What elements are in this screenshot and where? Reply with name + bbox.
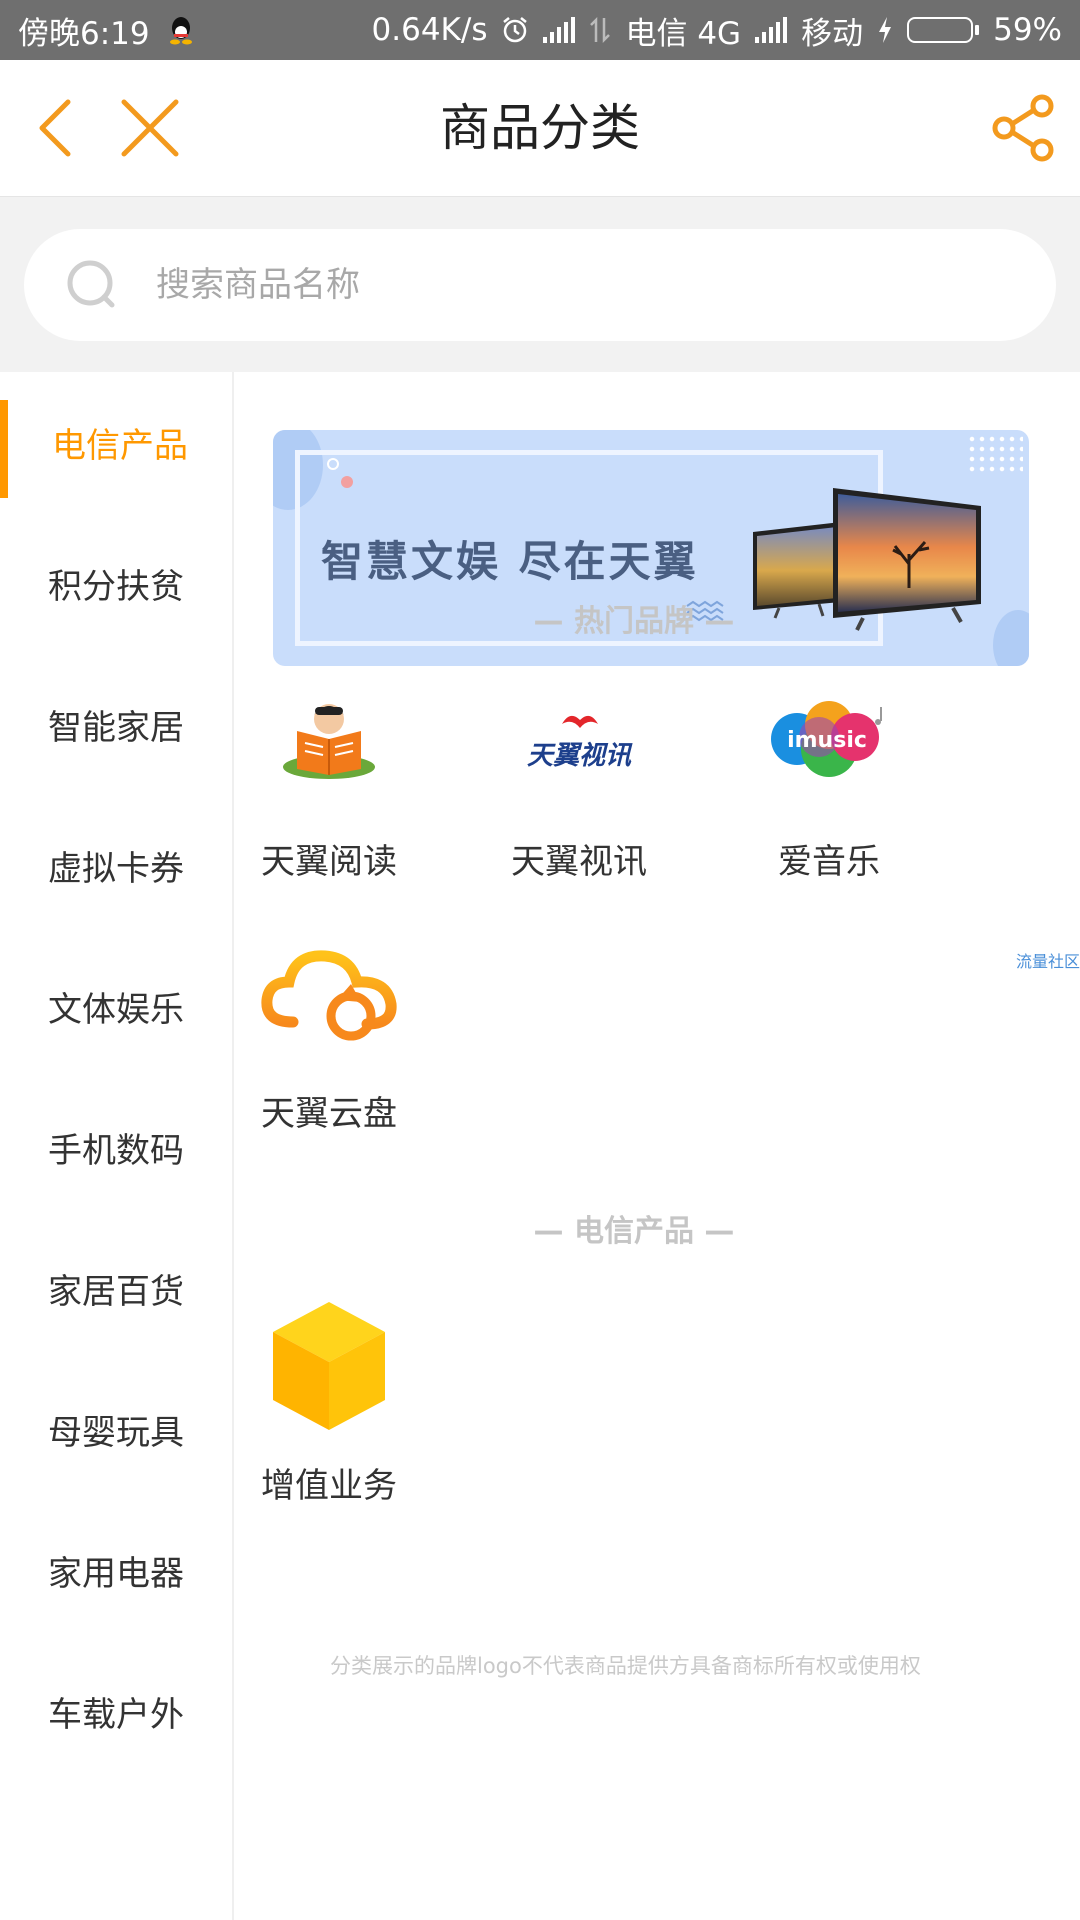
qq-icon bbox=[169, 17, 192, 45]
brand-tianyi-video[interactable]: 天翼视讯 天翼视讯 bbox=[464, 682, 694, 883]
brand-label: 天翼阅读 bbox=[261, 842, 397, 882]
brand-tianyi-reading[interactable]: 天翼阅读 bbox=[214, 682, 444, 883]
brand-imusic[interactable]: imusic 爱音乐 bbox=[714, 682, 944, 883]
reading-person-icon bbox=[283, 704, 375, 779]
banner-dots bbox=[967, 434, 1023, 474]
sidebar-item-label: 文体娱乐 bbox=[48, 990, 184, 1030]
sidebar-item-label: 母婴玩具 bbox=[48, 1413, 184, 1453]
share-icon[interactable] bbox=[986, 90, 1062, 166]
brand-tianyi-cloud[interactable]: 天翼云盘 bbox=[214, 934, 444, 1135]
sidebar-item-virtual-vouchers[interactable]: 虚拟卡券 bbox=[0, 795, 232, 936]
category-content: 智慧文娱 尽在天翼 — 热门品牌 — 天翼阅读 天翼视讯 天翼视讯 imusic… bbox=[234, 372, 1080, 1920]
sidebar-item-smart-home[interactable]: 智能家居 bbox=[0, 654, 232, 795]
sidebar-item-label: 积分扶贫 bbox=[48, 567, 184, 607]
brand-label: 天翼云盘 bbox=[261, 1094, 397, 1134]
tianyi-video-logo: 天翼视讯 bbox=[527, 715, 633, 771]
banner-text: 智慧文娱 尽在天翼 bbox=[321, 537, 699, 586]
carrier-telecom: 电信 4G bbox=[625, 15, 742, 52]
product-value-added-services[interactable]: 增值业务 bbox=[214, 1296, 444, 1507]
signal-icon bbox=[755, 17, 788, 43]
sidebar-item-home-goods[interactable]: 家居百货 bbox=[0, 1218, 232, 1359]
category-sidebar: 电信产品 积分扶贫 智能家居 虚拟卡券 文体娱乐 手机数码 家居百货 母婴玩具 … bbox=[0, 372, 234, 1920]
brand-label: 爱音乐 bbox=[778, 842, 880, 882]
sidebar-item-label: 电信产品 bbox=[52, 426, 188, 466]
charging-icon bbox=[879, 17, 892, 43]
data-transfer-icon bbox=[590, 16, 611, 44]
sidebar-item-sports-entertainment[interactable]: 文体娱乐 bbox=[0, 936, 232, 1077]
svg-text:天翼视讯: 天翼视讯 bbox=[527, 741, 633, 771]
svg-text:imusic: imusic bbox=[787, 728, 867, 753]
sidebar-item-label: 家居百货 bbox=[48, 1272, 184, 1312]
sidebar-item-label: 智能家居 bbox=[48, 708, 184, 748]
brand-label: 天翼视讯 bbox=[511, 842, 647, 882]
banner-decoration bbox=[341, 476, 353, 488]
sidebar-item-baby-toys[interactable]: 母婴玩具 bbox=[0, 1359, 232, 1500]
product-label: 增值业务 bbox=[261, 1466, 397, 1506]
signal-icon bbox=[543, 17, 576, 43]
sidebar-item-telecom-products[interactable]: 电信产品 bbox=[0, 372, 232, 513]
sidebar-item-phones-digital[interactable]: 手机数码 bbox=[0, 1077, 232, 1218]
network-speed: 0.64K/s bbox=[371, 12, 488, 48]
search-icon bbox=[67, 260, 115, 308]
sidebar-item-points-poverty-relief[interactable]: 积分扶贫 bbox=[0, 513, 232, 654]
sidebar-item-label: 手机数码 bbox=[48, 1131, 184, 1171]
yellow-cube-icon bbox=[273, 1302, 385, 1430]
status-time: 傍晚6:19 bbox=[18, 15, 150, 52]
sidebar-item-label: 虚拟卡券 bbox=[48, 849, 184, 889]
page-title: 商品分类 bbox=[440, 99, 640, 157]
community-tag[interactable]: 流量社区 bbox=[1016, 948, 1080, 972]
banner-decoration bbox=[327, 458, 339, 470]
cloud-sync-icon bbox=[261, 950, 397, 1041]
disclaimer-text: 分类展示的品牌logo不代表商品提供方具备商标所有权或使用权 bbox=[330, 1654, 921, 1678]
sidebar-item-label: 车载户外 bbox=[48, 1695, 184, 1735]
title-bar: 商品分类 bbox=[0, 60, 1080, 197]
search-box[interactable] bbox=[24, 229, 1056, 341]
status-bar: 傍晚6:19 0.64K/s 电信 4G 移动 59% bbox=[0, 0, 1080, 60]
battery-icon bbox=[907, 17, 980, 43]
section-title-telecom-products: — 电信产品 — bbox=[533, 1214, 735, 1249]
battery-percent: 59% bbox=[993, 12, 1062, 48]
search-bar bbox=[0, 197, 1080, 372]
sidebar-item-car-outdoor[interactable]: 车载户外 bbox=[0, 1641, 232, 1782]
carrier-mobile: 移动 bbox=[801, 15, 864, 52]
search-input[interactable] bbox=[154, 264, 958, 306]
sidebar-item-home-appliances[interactable]: 家用电器 bbox=[0, 1500, 232, 1641]
sidebar-item-label: 家用电器 bbox=[48, 1554, 184, 1594]
imusic-logo: imusic bbox=[771, 701, 882, 777]
alarm-icon bbox=[503, 17, 528, 43]
section-title-hot-brands: — 热门品牌 — bbox=[533, 604, 735, 639]
